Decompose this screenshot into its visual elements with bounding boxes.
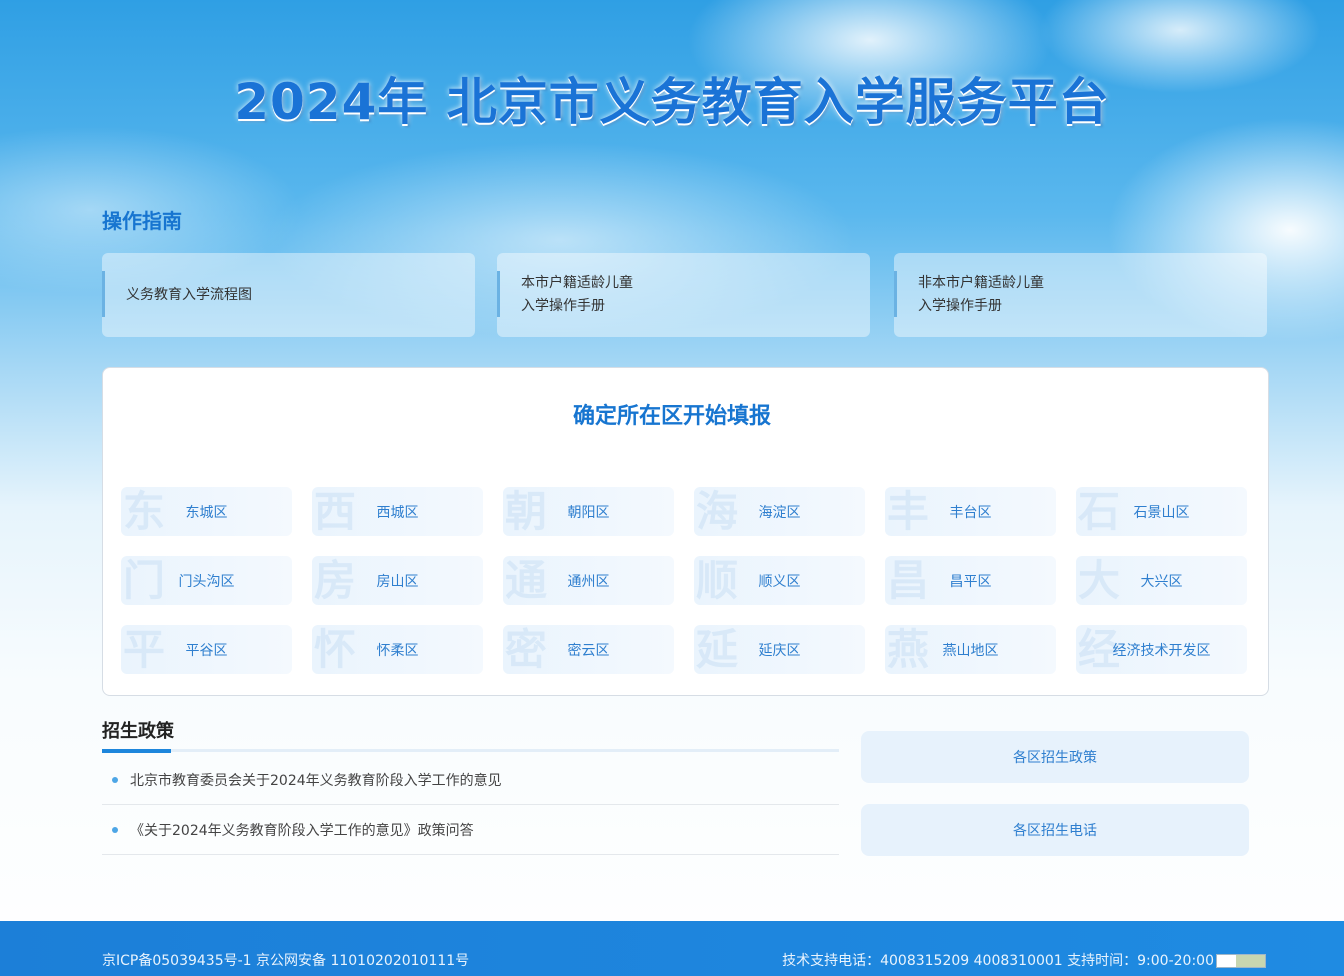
district-label: 海淀区: [758, 504, 801, 521]
guide-card-flowchart[interactable]: 义务教育入学流程图: [102, 253, 475, 337]
district-watermark: 东: [123, 487, 166, 536]
guide-card-accent-bar: [497, 271, 500, 317]
footer-support: 技术支持电话：4008315209 4008310001 支持时间：9:00-2…: [782, 953, 1214, 969]
district-button-fangshan[interactable]: 房 房山区: [312, 556, 483, 605]
policy-link-opinion[interactable]: 北京市教育委员会关于2024年义务教育阶段入学工作的意见: [102, 755, 839, 805]
district-label: 大兴区: [1140, 573, 1183, 590]
bullet-icon: [112, 776, 118, 783]
district-button-shijingshan[interactable]: 石石景山区: [1076, 487, 1247, 536]
district-label: 朝阳区: [567, 504, 610, 521]
district-watermark: 昌: [887, 556, 930, 605]
certification-badge-icon[interactable]: [1216, 954, 1266, 968]
district-grid: 东 东城区 西 西城区 朝 朝阳区 海 海淀区 丰 丰台区 石石景山区 门门头沟区 房 房山…: [121, 487, 1247, 674]
district-label: 房山区: [376, 573, 419, 590]
district-button-haidian[interactable]: 海 海淀区: [694, 487, 865, 536]
policy-active-underline: [102, 749, 171, 753]
district-watermark: 大: [1078, 556, 1121, 605]
district-watermark: 房: [314, 556, 357, 605]
district-label: 丰台区: [949, 504, 992, 521]
district-label: 西城区: [376, 504, 419, 521]
district-button-yanqing[interactable]: 延 延庆区: [694, 625, 865, 674]
footer: 京ICP备05039435号-1 京公网安备 11010202010111号 技…: [0, 921, 1344, 976]
district-watermark: 海: [696, 487, 739, 536]
district-watermark: 门: [123, 556, 166, 605]
guide-card-label: 非本市户籍适龄儿童 入学操作手册: [918, 275, 1044, 314]
page-title: 2024年 北京市义务教育入学服务平台: [234, 73, 1110, 131]
district-watermark: 顺: [696, 556, 739, 605]
district-policy-button[interactable]: 各区招生政策: [861, 731, 1249, 783]
district-button-pinggu[interactable]: 平 平谷区: [121, 625, 292, 674]
policy-link-label: 北京市教育委员会关于2024年义务教育阶段入学工作的意见: [130, 772, 502, 789]
district-label: 昌平区: [949, 573, 992, 590]
district-watermark: 朝: [505, 487, 548, 536]
district-watermark: 丰: [887, 487, 930, 536]
district-button-econ-dev-zone[interactable]: 经经济技术开发区: [1076, 625, 1247, 674]
policy-link-label: 《关于2024年义务教育阶段入学工作的意见》政策问答: [130, 822, 474, 839]
guide-card-local-manual[interactable]: 本市户籍适龄儿童 入学操作手册: [497, 253, 870, 337]
district-watermark: 延: [696, 625, 739, 674]
policy-divider: [102, 749, 839, 752]
guide-card-nonlocal-manual[interactable]: 非本市户籍适龄儿童 入学操作手册: [894, 253, 1267, 337]
district-label: 燕山地区: [942, 642, 999, 659]
guide-card-accent-bar: [894, 271, 897, 317]
policy-section-title: 招生政策: [102, 721, 174, 742]
district-label: 经济技术开发区: [1112, 642, 1211, 659]
footer-icp[interactable]: 京ICP备05039435号-1 京公网安备 11010202010111号: [102, 950, 469, 970]
policy-link-qa[interactable]: 《关于2024年义务教育阶段入学工作的意见》政策问答: [102, 805, 839, 855]
district-button-miyun[interactable]: 密 密云区: [503, 625, 674, 674]
district-button-huairou[interactable]: 怀 怀柔区: [312, 625, 483, 674]
district-button-chaoyang[interactable]: 朝 朝阳区: [503, 487, 674, 536]
bullet-icon: [112, 826, 118, 833]
district-button-yanshan[interactable]: 燕燕山地区: [885, 625, 1056, 674]
district-button-xicheng[interactable]: 西 西城区: [312, 487, 483, 536]
district-panel-title: 确定所在区开始填报: [572, 403, 771, 429]
district-watermark: 平: [123, 625, 166, 674]
guide-section-title: 操作指南: [102, 209, 182, 233]
district-button-fengtai[interactable]: 丰 丰台区: [885, 487, 1056, 536]
guide-card-label: 义务教育入学流程图: [126, 286, 252, 303]
district-button-changping[interactable]: 昌 昌平区: [885, 556, 1056, 605]
district-label: 石景山区: [1133, 504, 1190, 521]
district-label: 东城区: [185, 504, 228, 521]
district-label: 怀柔区: [376, 642, 419, 659]
district-button-mentougou[interactable]: 门门头沟区: [121, 556, 292, 605]
district-label: 平谷区: [185, 642, 228, 659]
guide-card-accent-bar: [102, 271, 105, 317]
district-button-tongzhou[interactable]: 通 通州区: [503, 556, 674, 605]
guide-card-label: 本市户籍适龄儿童 入学操作手册: [521, 275, 633, 314]
district-watermark: 石: [1078, 487, 1121, 536]
district-button-dongcheng[interactable]: 东 东城区: [121, 487, 292, 536]
district-watermark: 西: [314, 487, 357, 536]
district-button-daxing[interactable]: 大 大兴区: [1076, 556, 1247, 605]
district-label: 顺义区: [758, 573, 801, 590]
district-label: 延庆区: [758, 642, 801, 659]
district-phone-button[interactable]: 各区招生电话: [861, 804, 1249, 856]
district-button-shunyi[interactable]: 顺 顺义区: [694, 556, 865, 605]
district-watermark: 通: [505, 556, 548, 605]
district-label: 通州区: [567, 573, 610, 590]
district-watermark: 密: [505, 625, 548, 674]
district-watermark: 燕: [887, 625, 930, 674]
district-label: 密云区: [567, 642, 610, 659]
district-watermark: 怀: [314, 625, 357, 674]
district-label: 门头沟区: [178, 573, 235, 590]
